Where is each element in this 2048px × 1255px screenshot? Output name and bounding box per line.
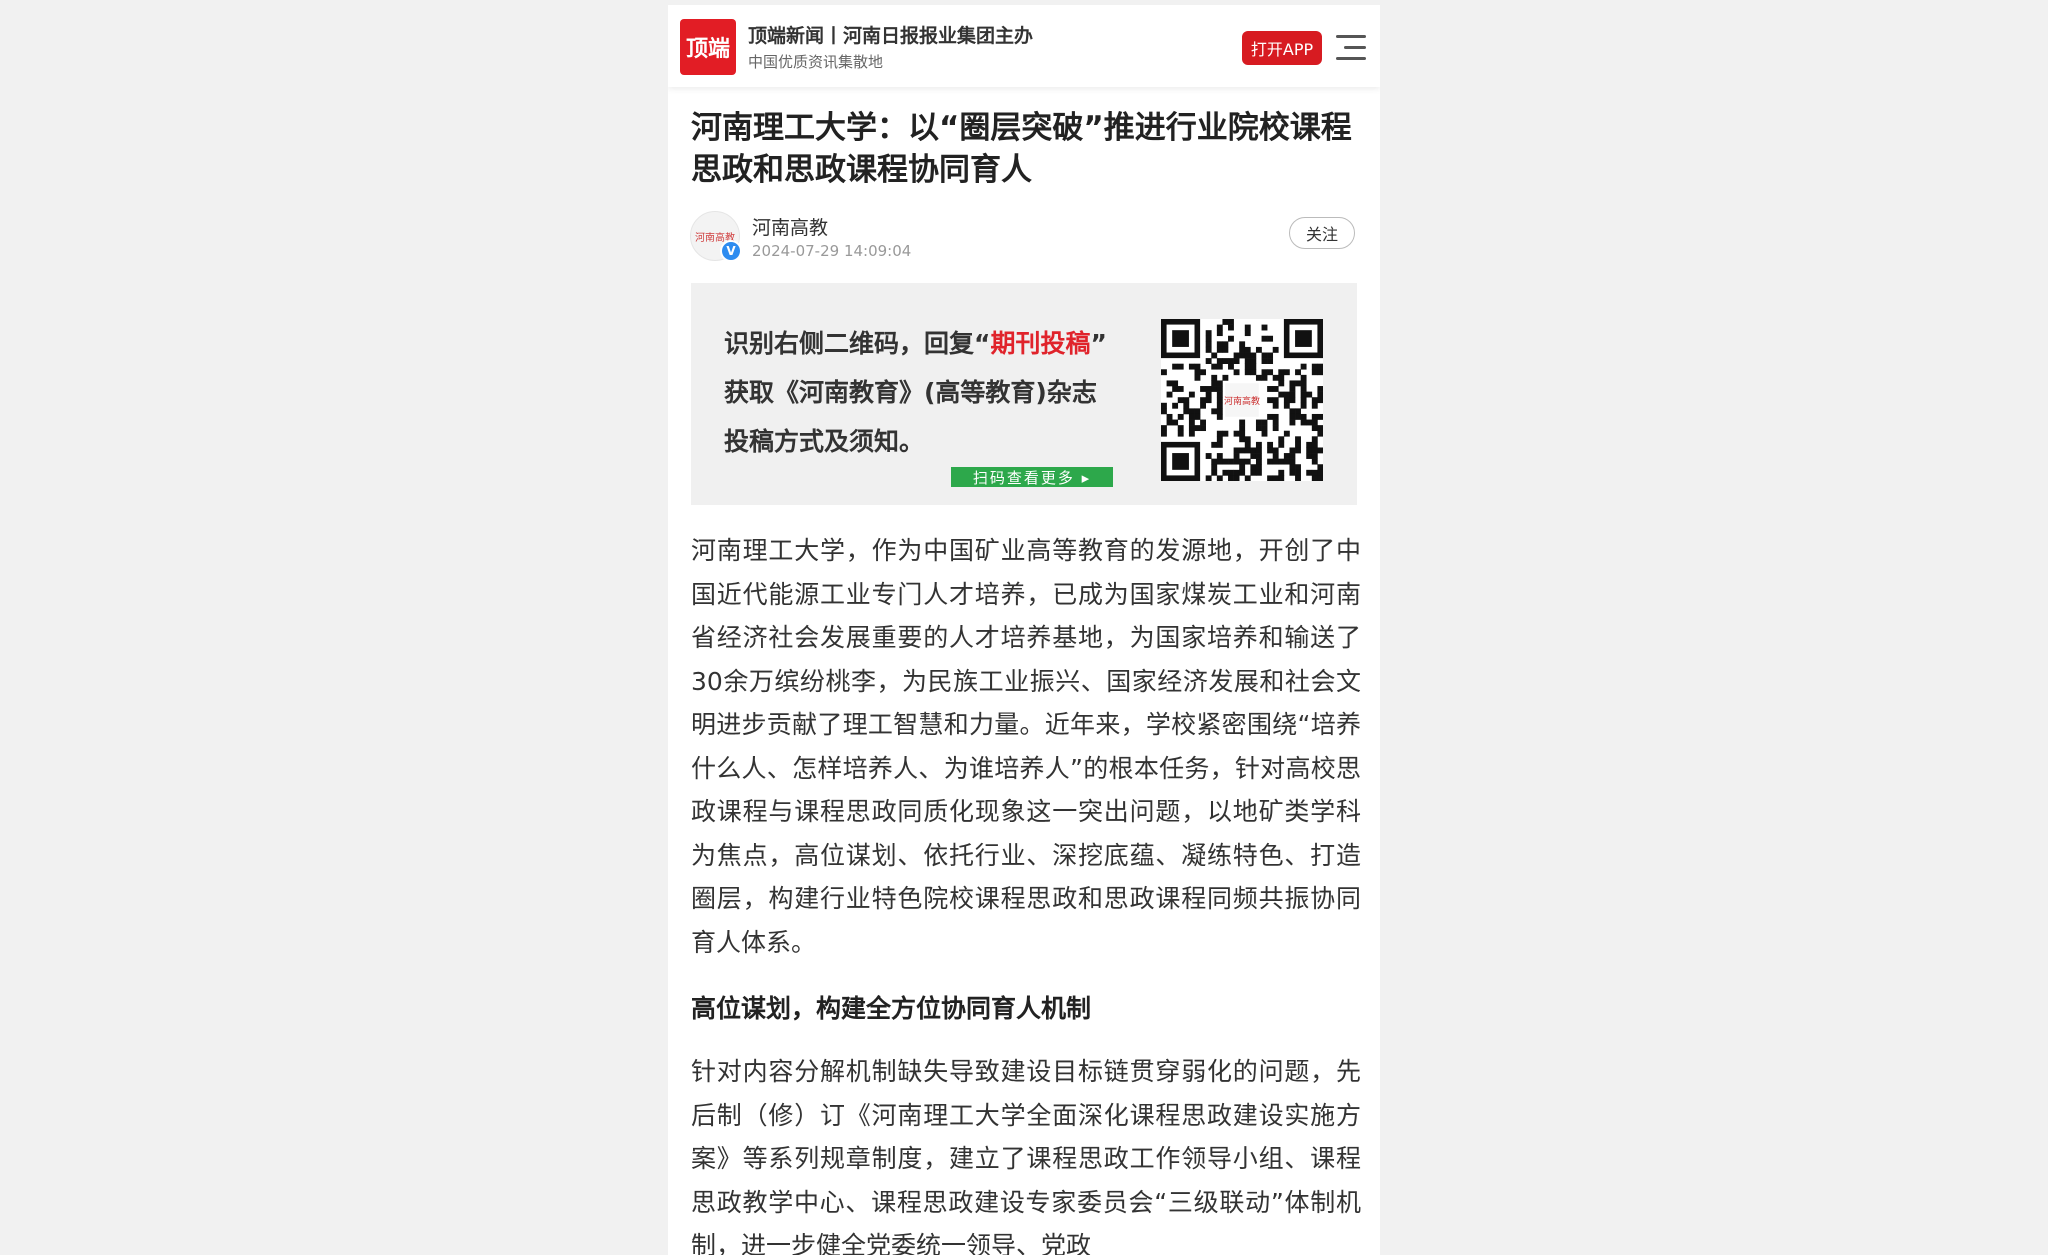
brand-tagline: 中国优质资讯集散地 [748, 53, 884, 71]
article-paragraph-2: 针对内容分解机制缺失导致建设目标链贯穿弱化的问题，先后制（修）订《河南理工大学全… [691, 1057, 1361, 1255]
author-name[interactable]: 河南高教 [752, 213, 828, 240]
qr-code-graphic: 河南高教 [1161, 319, 1324, 482]
svg-text:河南高教: 河南高教 [1224, 395, 1260, 407]
banner-line-2: 获取《河南教育》(高等教育)杂志 [724, 378, 1097, 407]
hamburger-menu-icon[interactable] [1336, 35, 1366, 61]
promo-banner[interactable]: 识别右侧二维码，回复“期刊投稿” 获取《河南教育》(高等教育)杂志 投稿方式及须… [691, 283, 1357, 505]
banner-line-1-prefix: 识别右侧二维码，回复“ [724, 329, 991, 358]
app-logo[interactable]: 顶端 [680, 19, 736, 75]
verified-badge-label: V [726, 244, 736, 258]
follow-button[interactable]: 关注 [1289, 217, 1355, 249]
qr-code-icon: 河南高教 [1161, 319, 1324, 482]
mobile-article-page: 顶端 顶端新闻丨河南日报报业集团主办 中国优质资讯集散地 打开APP 河南理工大… [668, 5, 1380, 1255]
top-bar: 顶端 顶端新闻丨河南日报报业集团主办 中国优质资讯集散地 打开APP [668, 5, 1380, 87]
article-paragraph-1: 河南理工大学，作为中国矿业高等教育的发源地，开创了中国近代能源工业专门人才培养，… [691, 536, 1361, 957]
brand-line: 顶端新闻丨河南日报报业集团主办 [748, 25, 1034, 47]
section-subheading-1: 高位谋划，构建全方位协同育人机制 [691, 994, 1092, 1023]
banner-text: 识别右侧二维码，回复“期刊投稿” 获取《河南教育》(高等教育)杂志 投稿方式及须… [724, 319, 1107, 466]
publish-time: 2024-07-29 14:09:04 [752, 242, 912, 260]
verified-badge-icon: V [720, 240, 742, 262]
banner-line-3: 投稿方式及须知。 [724, 427, 925, 456]
banner-line-1: 识别右侧二维码，回复“期刊投稿” [724, 319, 1107, 368]
article-title: 河南理工大学：以“圈层突破”推进行业院校课程思政和思政课程协同育人 [691, 110, 1352, 188]
scan-more-button[interactable]: 扫码查看更多 ▸ [951, 467, 1113, 487]
banner-highlight: 期刊投稿 [990, 329, 1091, 358]
logo-text: 顶端 [685, 37, 730, 62]
banner-line-1-suffix: ” [1090, 329, 1107, 358]
open-app-button[interactable]: 打开APP [1242, 31, 1322, 65]
